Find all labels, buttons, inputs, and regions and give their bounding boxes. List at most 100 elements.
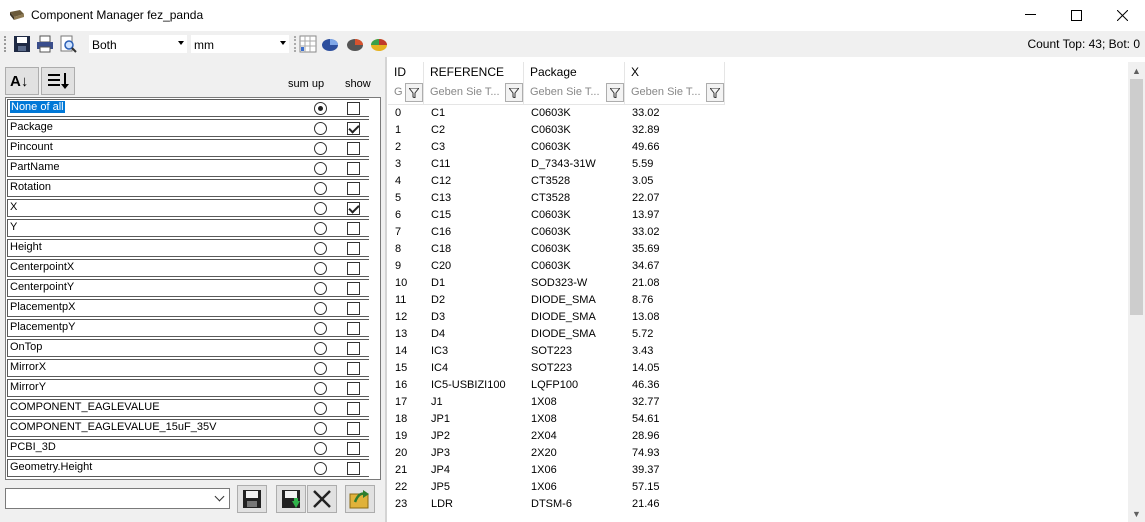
cell-reference[interactable]: JP3 [424, 447, 524, 464]
cell-package[interactable]: C0603K [524, 243, 625, 260]
component-grid[interactable]: ID G REFERENCE Geben Sie T... Package Geben S… [387, 62, 1128, 522]
cell-id[interactable]: 11 [388, 294, 424, 311]
show-checkbox[interactable] [347, 242, 360, 255]
cell-package[interactable]: C0603K [524, 209, 625, 226]
cell-id[interactable]: 14 [388, 345, 424, 362]
minimize-button[interactable] [1007, 0, 1053, 30]
column-filter[interactable]: Geben Sie T... [524, 82, 625, 105]
cell-reference[interactable]: IC4 [424, 362, 524, 379]
cell-x[interactable]: 33.02 [625, 226, 725, 243]
cell-id[interactable]: 19 [388, 430, 424, 447]
pie-chart-color-icon[interactable] [370, 35, 388, 53]
delete-preset-button[interactable] [307, 485, 337, 513]
cell-x[interactable]: 22.07 [625, 192, 725, 209]
cell-id[interactable]: 10 [388, 277, 424, 294]
cell-reference[interactable]: JP1 [424, 413, 524, 430]
cell-id[interactable]: 23 [388, 498, 424, 515]
cell-reference[interactable]: LDR [424, 498, 524, 515]
property-row[interactable]: X [6, 198, 380, 218]
cell-x[interactable]: 13.97 [625, 209, 725, 226]
scroll-down-icon[interactable]: ▼ [1128, 505, 1145, 522]
cell-reference[interactable]: D3 [424, 311, 524, 328]
cell-reference[interactable]: C13 [424, 192, 524, 209]
unit-select[interactable]: mm [190, 34, 290, 54]
cell-package[interactable]: DIODE_SMA [524, 311, 625, 328]
cell-reference[interactable]: JP4 [424, 464, 524, 481]
cell-reference[interactable]: JP2 [424, 430, 524, 447]
cell-package[interactable]: SOT223 [524, 362, 625, 379]
column-filter[interactable]: Geben Sie T... [625, 82, 725, 105]
property-row[interactable]: MirrorY [6, 378, 380, 398]
grid-chart-icon[interactable] [299, 35, 317, 53]
sum-up-radio[interactable] [314, 422, 327, 435]
sum-up-radio[interactable] [314, 202, 327, 215]
pie-chart-red-icon[interactable] [346, 35, 364, 53]
sum-up-radio[interactable] [314, 342, 327, 355]
property-row[interactable]: None of all [6, 98, 380, 118]
show-checkbox[interactable] [347, 122, 360, 135]
cell-id[interactable]: 4 [388, 175, 424, 192]
show-checkbox[interactable] [347, 442, 360, 455]
sum-up-radio[interactable] [314, 362, 327, 375]
cell-id[interactable]: 2 [388, 141, 424, 158]
cell-package[interactable]: 1X06 [524, 464, 625, 481]
property-row[interactable]: Package [6, 118, 380, 138]
cell-package[interactable]: C0603K [524, 260, 625, 277]
cell-package[interactable]: DIODE_SMA [524, 328, 625, 345]
show-checkbox[interactable] [347, 102, 360, 115]
property-row[interactable]: COMPONENT_EAGLEVALUE_15uF_35V [6, 418, 380, 438]
cell-reference[interactable]: C2 [424, 124, 524, 141]
property-row[interactable]: Geometry.Height [6, 458, 380, 478]
cell-id[interactable]: 1 [388, 124, 424, 141]
cell-package[interactable]: C0603K [524, 226, 625, 243]
sort-alphabetical-button[interactable]: A↓ [5, 67, 39, 95]
cell-x[interactable]: 14.05 [625, 362, 725, 379]
cell-id[interactable]: 3 [388, 158, 424, 175]
cell-reference[interactable]: C12 [424, 175, 524, 192]
cell-id[interactable]: 12 [388, 311, 424, 328]
sum-up-radio[interactable] [314, 322, 327, 335]
filter-placeholder[interactable]: Geben Sie T... [631, 86, 701, 98]
cell-x[interactable]: 54.61 [625, 413, 725, 430]
property-row[interactable]: OnTop [6, 338, 380, 358]
cell-id[interactable]: 18 [388, 413, 424, 430]
cell-package[interactable]: C0603K [524, 124, 625, 141]
cell-x[interactable]: 8.76 [625, 294, 725, 311]
sum-up-radio[interactable] [314, 462, 327, 475]
cell-reference[interactable]: C15 [424, 209, 524, 226]
sum-up-radio[interactable] [314, 162, 327, 175]
cell-x[interactable]: 21.46 [625, 498, 725, 515]
save-icon[interactable] [13, 35, 31, 53]
cell-reference[interactable]: JP5 [424, 481, 524, 498]
cell-x[interactable]: 35.69 [625, 243, 725, 260]
scroll-thumb[interactable] [1130, 79, 1143, 315]
cell-x[interactable]: 5.59 [625, 158, 725, 175]
sum-up-radio[interactable] [314, 302, 327, 315]
cell-id[interactable]: 16 [388, 379, 424, 396]
column-header[interactable]: REFERENCE [424, 62, 524, 82]
sum-up-radio[interactable] [314, 442, 327, 455]
filter-button[interactable] [505, 83, 523, 102]
show-checkbox[interactable] [347, 322, 360, 335]
column-filter[interactable]: Geben Sie T... [424, 82, 524, 105]
cell-id[interactable]: 5 [388, 192, 424, 209]
filter-button[interactable] [405, 83, 423, 102]
sum-up-radio[interactable] [314, 262, 327, 275]
property-row[interactable]: Y [6, 218, 380, 238]
save-as-preset-button[interactable] [276, 485, 306, 513]
cell-package[interactable]: CT3528 [524, 175, 625, 192]
cell-id[interactable]: 15 [388, 362, 424, 379]
show-checkbox[interactable] [347, 382, 360, 395]
cell-package[interactable]: 1X06 [524, 481, 625, 498]
cell-x[interactable]: 33.02 [625, 107, 725, 124]
cell-id[interactable]: 20 [388, 447, 424, 464]
show-checkbox[interactable] [347, 282, 360, 295]
property-row[interactable]: MirrorX [6, 358, 380, 378]
column-header[interactable]: ID [388, 62, 424, 82]
sum-up-radio[interactable] [314, 222, 327, 235]
cell-x[interactable]: 39.37 [625, 464, 725, 481]
cell-x[interactable]: 57.15 [625, 481, 725, 498]
vertical-scrollbar[interactable]: ▲ ▼ [1128, 62, 1145, 522]
property-row[interactable]: PlacementpY [6, 318, 380, 338]
cell-reference[interactable]: C11 [424, 158, 524, 175]
